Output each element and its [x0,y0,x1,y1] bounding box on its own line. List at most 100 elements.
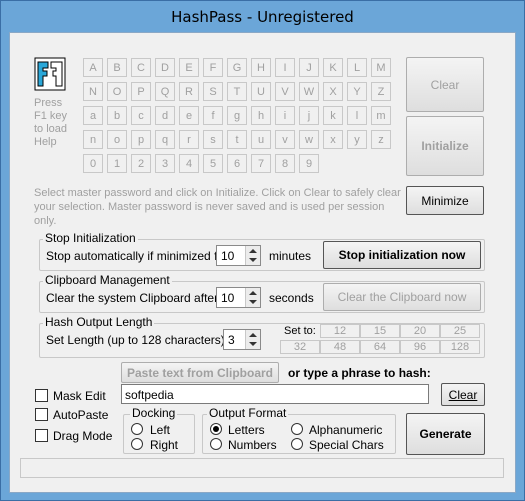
key-W[interactable]: W [299,82,319,101]
key-Q[interactable]: Q [155,82,175,101]
key-9[interactable]: 9 [299,154,319,173]
paste-from-clipboard-button[interactable]: Paste text from Clipboard [121,362,279,383]
key-K[interactable]: K [323,58,343,77]
key-G[interactable]: G [227,58,247,77]
key-2[interactable]: 2 [131,154,151,173]
key-h[interactable]: h [251,106,271,125]
arrow-up-icon[interactable] [249,249,257,253]
phrase-input[interactable]: softpedia [121,384,429,404]
key-t[interactable]: t [227,130,247,149]
length-preset-48[interactable]: 48 [320,340,360,354]
key-l[interactable]: l [347,106,367,125]
key-B[interactable]: B [107,58,127,77]
key-x[interactable]: x [323,130,343,149]
spinner-arrows[interactable] [245,246,260,265]
key-R[interactable]: R [179,82,199,101]
key-8[interactable]: 8 [275,154,295,173]
key-6[interactable]: 6 [227,154,247,173]
format-letters-radio[interactable] [210,423,222,435]
mask-edit-checkbox[interactable] [35,389,48,402]
key-s[interactable]: s [203,130,223,149]
key-n[interactable]: n [83,130,103,149]
spinner-arrows[interactable] [245,330,260,349]
key-a[interactable]: a [83,106,103,125]
dock-left-radio[interactable] [131,423,143,435]
stop-initialization-button[interactable]: Stop initialization now [323,241,481,269]
autopaste-label[interactable]: AutoPaste [53,408,108,422]
length-preset-15[interactable]: 15 [360,324,400,338]
format-alphanumeric-label[interactable]: Alphanumeric [309,423,382,437]
key-u[interactable]: u [251,130,271,149]
format-special-label[interactable]: Special Chars [309,438,384,452]
key-U[interactable]: U [251,82,271,101]
key-P[interactable]: P [131,82,151,101]
key-c[interactable]: c [131,106,151,125]
key-L[interactable]: L [347,58,367,77]
key-4[interactable]: 4 [179,154,199,173]
format-special-radio[interactable] [291,438,303,450]
length-preset-128[interactable]: 128 [440,340,480,354]
arrow-down-icon[interactable] [249,342,257,346]
key-H[interactable]: H [251,58,271,77]
title-bar[interactable]: HashPass - Unregistered [1,1,524,31]
minimize-button[interactable]: Minimize [406,186,484,215]
key-S[interactable]: S [203,82,223,101]
dock-right-radio[interactable] [131,438,143,450]
key-0[interactable]: 0 [83,154,103,173]
key-m[interactable]: m [371,106,391,125]
key-o[interactable]: o [107,130,127,149]
hash-length-spinner[interactable]: 3 [223,329,261,350]
dock-left-label[interactable]: Left [150,423,170,437]
length-preset-25[interactable]: 25 [440,324,480,338]
key-3[interactable]: 3 [155,154,175,173]
length-preset-32[interactable]: 32 [280,340,320,354]
key-I[interactable]: I [275,58,295,77]
key-z[interactable]: z [371,130,391,149]
key-y[interactable]: y [347,130,367,149]
mask-edit-label[interactable]: Mask Edit [53,389,106,403]
key-A[interactable]: A [83,58,103,77]
format-numbers-radio[interactable] [210,438,222,450]
key-D[interactable]: D [155,58,175,77]
key-7[interactable]: 7 [251,154,271,173]
key-r[interactable]: r [179,130,199,149]
key-T[interactable]: T [227,82,247,101]
length-preset-20[interactable]: 20 [400,324,440,338]
key-q[interactable]: q [155,130,175,149]
key-Y[interactable]: Y [347,82,367,101]
key-1[interactable]: 1 [107,154,127,173]
key-C[interactable]: C [131,58,151,77]
length-preset-64[interactable]: 64 [360,340,400,354]
arrow-up-icon[interactable] [249,291,257,295]
key-N[interactable]: N [83,82,103,101]
clipboard-seconds-spinner[interactable]: 10 [216,287,261,308]
key-M[interactable]: M [371,58,391,77]
key-v[interactable]: v [275,130,295,149]
format-letters-label[interactable]: Letters [228,423,265,437]
drag-mode-checkbox[interactable] [35,429,48,442]
format-numbers-label[interactable]: Numbers [228,438,277,452]
key-e[interactable]: e [179,106,199,125]
clear-clipboard-button[interactable]: Clear the Clipboard now [323,283,481,311]
spinner-arrows[interactable] [245,288,260,307]
key-f[interactable]: f [203,106,223,125]
stop-minutes-spinner[interactable]: 10 [216,245,261,266]
dock-right-label[interactable]: Right [150,438,178,452]
key-w[interactable]: w [299,130,319,149]
key-g[interactable]: g [227,106,247,125]
generate-button[interactable]: Generate [406,413,485,455]
length-preset-96[interactable]: 96 [400,340,440,354]
key-F[interactable]: F [203,58,223,77]
arrow-down-icon[interactable] [249,300,257,304]
length-preset-12[interactable]: 12 [320,324,360,338]
key-b[interactable]: b [107,106,127,125]
arrow-down-icon[interactable] [249,258,257,262]
key-i[interactable]: i [275,106,295,125]
key-j[interactable]: j [299,106,319,125]
key-V[interactable]: V [275,82,295,101]
key-E[interactable]: E [179,58,199,77]
format-alphanumeric-radio[interactable] [291,423,303,435]
key-d[interactable]: d [155,106,175,125]
autopaste-checkbox[interactable] [35,408,48,421]
initialize-button[interactable]: Initialize [406,116,484,176]
